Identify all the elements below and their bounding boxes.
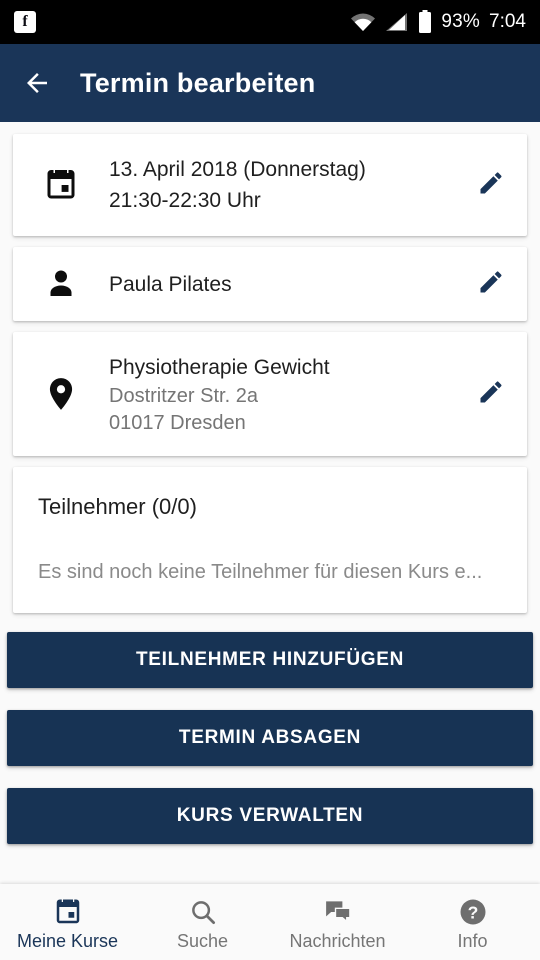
nav-item-info[interactable]: ? Info bbox=[405, 884, 540, 960]
cellular-signal-icon bbox=[385, 11, 409, 33]
search-icon bbox=[188, 897, 218, 927]
action-buttons: TEILNEHMER HINZUFÜGEN TERMIN ABSAGEN KUR… bbox=[0, 632, 540, 844]
facebook-glyph: f bbox=[22, 13, 28, 30]
person-icon bbox=[13, 266, 109, 302]
app-screen: f 93% 7:04 Termin bearbeiten 13. April 2… bbox=[0, 0, 540, 960]
facebook-icon: f bbox=[14, 11, 36, 33]
appointment-date: 13. April 2018 (Donnerstag) bbox=[109, 158, 366, 181]
appointment-person-text: Paula Pilates bbox=[109, 259, 455, 310]
appointment-location-text: Physiotherapie Gewicht Dostritzer Str. 2… bbox=[109, 342, 455, 447]
pencil-icon bbox=[477, 268, 505, 301]
calendar-icon bbox=[53, 897, 83, 927]
cancel-appointment-button[interactable]: TERMIN ABSAGEN bbox=[7, 710, 533, 766]
battery-percent-label: 93% bbox=[441, 11, 481, 32]
pencil-icon bbox=[477, 378, 505, 411]
participants-title: Teilnehmer (0/0) bbox=[38, 494, 197, 519]
appointment-location-card[interactable]: Physiotherapie Gewicht Dostritzer Str. 2… bbox=[13, 332, 527, 456]
bottom-navigation: Meine Kurse Suche Nachrichten ? Info bbox=[0, 884, 540, 960]
appointment-date-text: 13. April 2018 (Donnerstag) 21:30-22:30 … bbox=[109, 144, 455, 226]
location-city: 01017 Dresden bbox=[109, 411, 246, 434]
location-pin-icon bbox=[13, 375, 109, 413]
app-bar: Termin bearbeiten bbox=[0, 44, 540, 122]
status-bar-right: 93% 7:04 bbox=[350, 10, 526, 34]
appointment-date-card[interactable]: 13. April 2018 (Donnerstag) 21:30-22:30 … bbox=[13, 134, 527, 236]
nav-label-info: Info bbox=[457, 930, 488, 951]
appointment-person-card[interactable]: Paula Pilates bbox=[13, 247, 527, 321]
clock-label: 7:04 bbox=[489, 11, 526, 32]
appointment-time: 21:30-22:30 Uhr bbox=[109, 189, 261, 212]
chat-bubbles-icon bbox=[323, 897, 353, 927]
person-name: Paula Pilates bbox=[109, 272, 232, 296]
back-arrow-icon[interactable] bbox=[22, 68, 52, 98]
status-bar-left: f bbox=[14, 11, 36, 33]
manage-course-button[interactable]: KURS VERWALTEN bbox=[7, 788, 533, 844]
calendar-icon bbox=[13, 167, 109, 203]
participants-empty-text: Es sind noch keine Teilnehmer für diesen… bbox=[38, 561, 483, 583]
svg-text:?: ? bbox=[467, 902, 478, 922]
nav-label-nachrichten: Nachrichten bbox=[289, 930, 386, 951]
wifi-icon bbox=[350, 11, 376, 33]
location-street: Dostritzer Str. 2a bbox=[109, 384, 258, 407]
content-area: 13. April 2018 (Donnerstag) 21:30-22:30 … bbox=[0, 122, 540, 884]
pencil-icon bbox=[477, 169, 505, 202]
participants-card: Teilnehmer (0/0) Es sind noch keine Teil… bbox=[13, 467, 527, 613]
location-name: Physiotherapie Gewicht bbox=[109, 355, 330, 379]
nav-label-meine-kurse: Meine Kurse bbox=[16, 930, 119, 951]
nav-item-nachrichten[interactable]: Nachrichten bbox=[270, 884, 405, 960]
battery-icon bbox=[418, 10, 432, 34]
edit-date-button[interactable] bbox=[455, 169, 527, 202]
nav-label-suche: Suche bbox=[176, 930, 229, 951]
help-circle-icon: ? bbox=[458, 897, 488, 927]
nav-item-meine-kurse[interactable]: Meine Kurse bbox=[0, 884, 135, 960]
status-bar: f 93% 7:04 bbox=[0, 0, 540, 44]
nav-item-suche[interactable]: Suche bbox=[135, 884, 270, 960]
edit-location-button[interactable] bbox=[455, 378, 527, 411]
add-participant-button[interactable]: TEILNEHMER HINZUFÜGEN bbox=[7, 632, 533, 688]
edit-person-button[interactable] bbox=[455, 268, 527, 301]
page-title: Termin bearbeiten bbox=[80, 67, 316, 98]
